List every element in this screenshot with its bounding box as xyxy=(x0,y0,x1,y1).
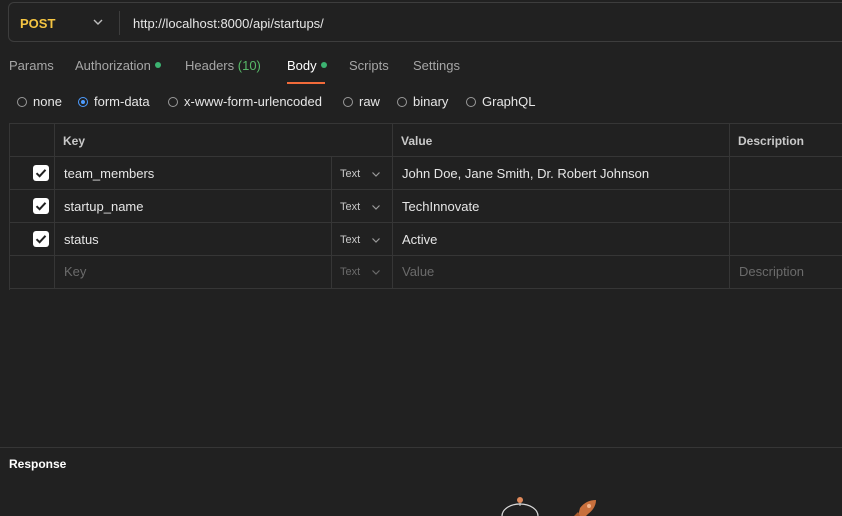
url-input[interactable]: http://localhost:8000/api/startups/ xyxy=(133,16,324,31)
status-dot-icon xyxy=(320,62,327,68)
tab-label: Body xyxy=(287,58,317,73)
radio-label: form-data xyxy=(94,94,150,109)
radio-raw[interactable]: raw xyxy=(343,94,380,109)
new-type-select[interactable]: Text xyxy=(340,266,360,278)
panel-divider[interactable] xyxy=(0,447,842,448)
table-divider xyxy=(9,189,842,190)
tab-count-badge: (10) xyxy=(237,58,261,73)
tab-authorization[interactable]: Authorization xyxy=(75,58,161,73)
table-divider xyxy=(9,156,842,157)
column-header-description: Description xyxy=(738,134,805,148)
tab-label: Headers xyxy=(185,58,235,73)
table-divider xyxy=(331,156,332,289)
new-value-input[interactable]: Value xyxy=(402,264,434,279)
response-title: Response xyxy=(9,457,67,471)
chevron-down-icon[interactable] xyxy=(371,202,381,212)
tab-body[interactable]: Body xyxy=(287,58,327,73)
table-divider xyxy=(9,255,842,256)
request-tabs: Params Authorization Headers (10) Body S… xyxy=(0,58,842,84)
empty-response-illustration xyxy=(501,497,596,516)
request-url-bar: POST http://localhost:8000/api/startups/ xyxy=(8,2,842,42)
radio-label: none xyxy=(33,94,62,109)
active-tab-indicator xyxy=(287,82,325,84)
radio-binary[interactable]: binary xyxy=(397,94,448,109)
radio-icon xyxy=(397,96,407,107)
row-key[interactable]: team_members xyxy=(64,166,154,181)
radio-icon xyxy=(17,96,27,107)
radio-label: raw xyxy=(359,94,380,109)
tab-label: Scripts xyxy=(349,58,389,73)
radio-icon xyxy=(168,96,178,107)
row-value[interactable]: TechInnovate xyxy=(402,199,479,214)
table-divider xyxy=(9,288,842,289)
table-divider xyxy=(9,222,842,223)
chevron-down-icon[interactable] xyxy=(371,267,381,277)
table-divider xyxy=(729,123,730,289)
chevron-down-icon[interactable] xyxy=(91,15,105,29)
row-value[interactable]: Active xyxy=(402,232,437,247)
tab-settings[interactable]: Settings xyxy=(413,58,460,73)
tab-params[interactable]: Params xyxy=(9,58,54,73)
radio-graphql[interactable]: GraphQL xyxy=(466,94,535,109)
tab-label: Authorization xyxy=(75,58,151,73)
radio-selected-icon xyxy=(78,96,88,107)
row-key[interactable]: startup_name xyxy=(64,199,144,214)
chevron-down-icon[interactable] xyxy=(371,169,381,179)
url-divider xyxy=(119,11,120,35)
new-key-input[interactable]: Key xyxy=(64,264,86,279)
new-description-input[interactable]: Description xyxy=(739,264,804,279)
row-key[interactable]: status xyxy=(64,232,99,247)
row-type-select[interactable]: Text xyxy=(340,234,360,246)
method-select[interactable]: POST xyxy=(20,16,55,31)
radio-label: binary xyxy=(413,94,449,109)
radio-icon xyxy=(466,96,476,107)
row-type-select[interactable]: Text xyxy=(340,201,360,213)
radio-label: GraphQL xyxy=(482,94,536,109)
checkbox-checked-icon[interactable] xyxy=(33,165,49,181)
tab-label: Params xyxy=(9,58,54,73)
body-type-selector: none form-data x-www-form-urlencoded raw… xyxy=(0,94,842,112)
column-header-key: Key xyxy=(63,134,86,148)
table-divider xyxy=(392,123,393,289)
row-type-select[interactable]: Text xyxy=(340,168,360,180)
column-header-value: Value xyxy=(401,134,433,148)
checkbox-checked-icon[interactable] xyxy=(33,198,49,214)
radio-form-data[interactable]: form-data xyxy=(78,94,150,109)
radio-label: x-www-form-urlencoded xyxy=(184,94,322,109)
tab-scripts[interactable]: Scripts xyxy=(349,58,389,73)
checkbox-checked-icon[interactable] xyxy=(33,231,49,247)
tab-headers[interactable]: Headers (10) xyxy=(185,58,261,73)
tab-label: Settings xyxy=(413,58,460,73)
radio-none[interactable]: none xyxy=(17,94,62,109)
row-value[interactable]: John Doe, Jane Smith, Dr. Robert Johnson xyxy=(402,166,649,181)
chevron-down-icon[interactable] xyxy=(371,235,381,245)
radio-x-www-form-urlencoded[interactable]: x-www-form-urlencoded xyxy=(168,94,322,109)
table-divider xyxy=(54,123,55,289)
status-dot-icon xyxy=(154,62,161,68)
radio-icon xyxy=(343,96,353,107)
